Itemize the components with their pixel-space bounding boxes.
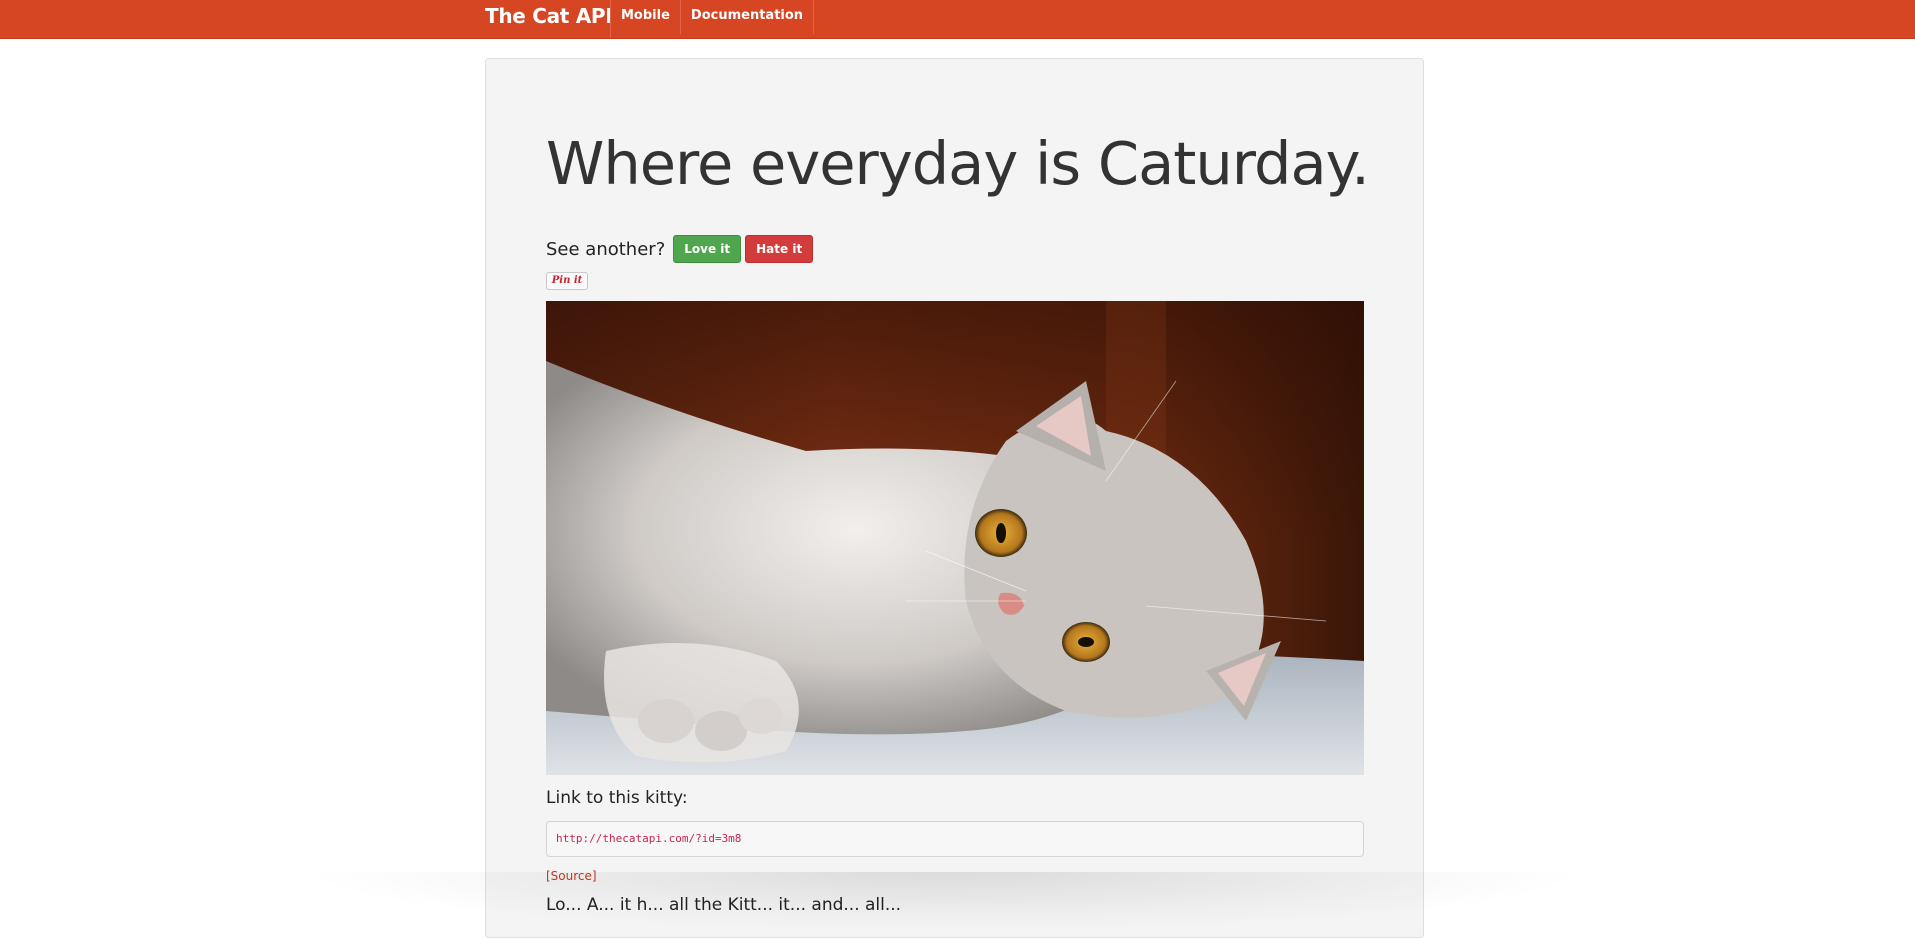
nav-link-documentation[interactable]: Documentation [681,0,815,34]
see-another-prompt: See another? [546,238,666,260]
pinterest-pin-it-icon: Pin it [551,275,583,286]
page-title: Where everyday is Caturday. [546,129,1370,198]
vote-row: See another? Love it Hate it [546,234,814,264]
pin-it-button[interactable]: Pin it [546,272,588,290]
partial-text: Lo... A... it h... all the Kitt... it...… [546,895,902,915]
cat-photo[interactable] [546,301,1364,775]
nav-links: Mobile Documentation [610,0,815,38]
link-label: Link to this kitty: [546,788,688,808]
hero-unit: Where everyday is Caturday. See another?… [485,58,1424,938]
source-link[interactable]: [Source] [546,869,597,883]
love-it-button[interactable]: Love it [673,235,742,263]
hate-it-button[interactable]: Hate it [745,235,814,263]
brand-link[interactable]: The Cat API [485,0,613,32]
top-navbar: The Cat API Mobile Documentation [0,0,1915,39]
nav-link-mobile[interactable]: Mobile [611,0,681,34]
kitty-link-field[interactable]: http://thecatapi.com/?id=3m8 [546,821,1364,857]
